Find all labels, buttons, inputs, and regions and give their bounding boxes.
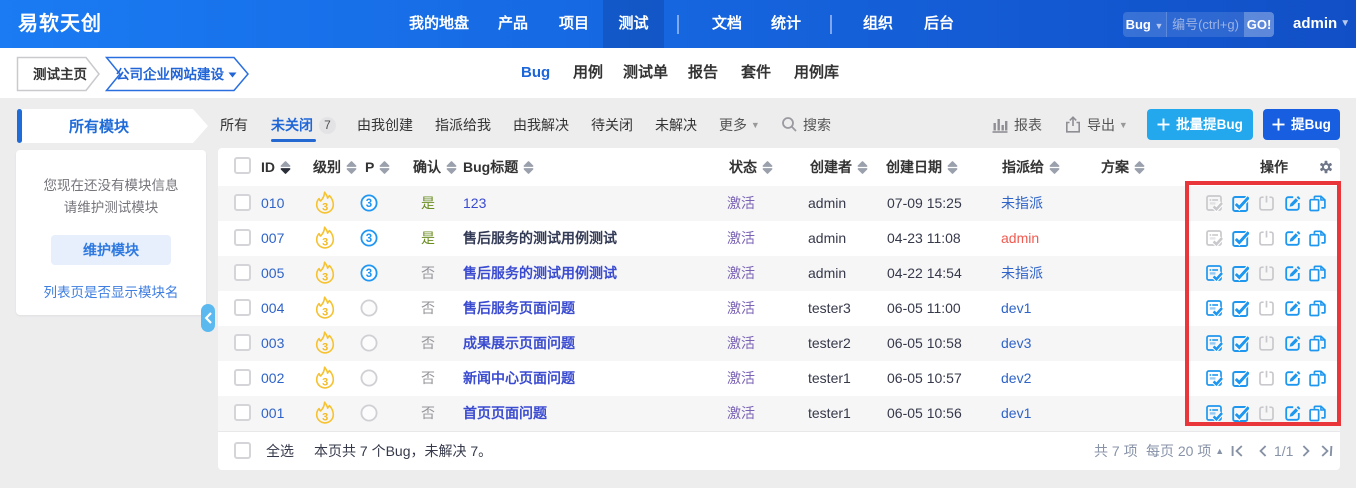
svg-text:公司企业网站建设: 公司企业网站建设 (116, 66, 224, 82)
svg-text:测试主页: 测试主页 (33, 66, 87, 82)
svg-text:所有模块: 所有模块 (69, 118, 130, 136)
